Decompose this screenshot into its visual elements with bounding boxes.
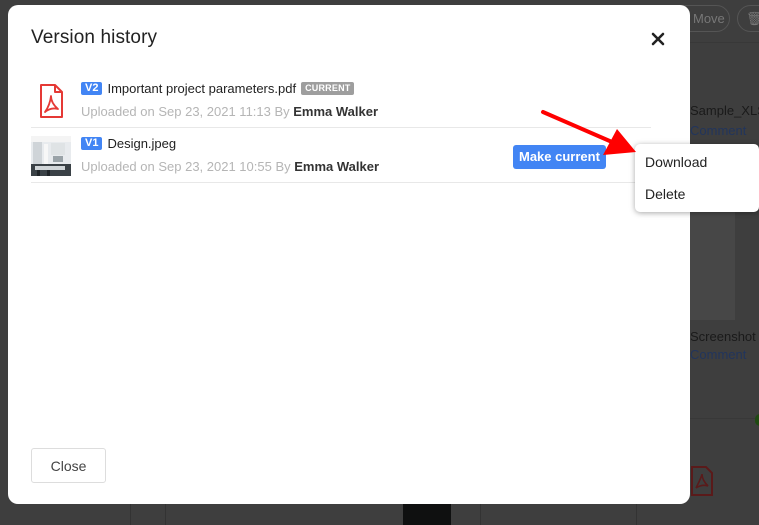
- menu-item-download[interactable]: Download: [635, 150, 759, 182]
- version-history-modal: Version history V2 Important project par…: [8, 5, 690, 504]
- background-image-block: [403, 504, 451, 525]
- background-trash-button: 🗑: [737, 5, 759, 32]
- uploader-name: Emma Walker: [294, 159, 380, 174]
- background-column-divider: [480, 504, 481, 525]
- background-file-comment-link: Comment: [690, 347, 747, 362]
- upload-date-text: Uploaded on Sep 23, 2021 11:13 By: [81, 104, 294, 119]
- background-pdf-icon: [691, 466, 713, 496]
- version-context-menu: Download Delete: [635, 144, 759, 212]
- version-badge: V1: [81, 137, 103, 150]
- current-badge: CURRENT: [301, 82, 355, 95]
- version-list: V2 Important project parameters.pdf CURR…: [31, 73, 651, 183]
- version-row: V2 Important project parameters.pdf CURR…: [31, 73, 651, 128]
- background-file-name: Sample_XLS_1...: [690, 103, 759, 118]
- close-icon[interactable]: [648, 29, 668, 49]
- modal-title: Version history: [31, 27, 158, 48]
- file-name: Important project parameters.pdf: [107, 81, 297, 96]
- trash-icon: 🗑: [746, 11, 759, 26]
- upload-date-text: Uploaded on Sep 23, 2021 10:55 By: [81, 159, 295, 174]
- background-divider: [690, 418, 759, 419]
- background-file-name: Screenshot 2021-09...: [690, 329, 759, 344]
- background-column-divider: [165, 504, 166, 525]
- pdf-icon: [40, 84, 63, 118]
- close-button[interactable]: Close: [31, 448, 106, 483]
- version-badge: V2: [81, 82, 103, 95]
- background-file-thumbnail: [690, 210, 735, 320]
- make-current-button[interactable]: Make current: [513, 145, 606, 169]
- background-column-divider: [636, 504, 637, 525]
- file-name: Design.jpeg: [107, 136, 177, 151]
- image-thumbnail: [31, 136, 71, 176]
- upload-info: Uploaded on Sep 23, 2021 11:13 By Emma W…: [81, 104, 378, 119]
- background-status-dot: [755, 414, 759, 426]
- version-title: V2 Important project parameters.pdf CURR…: [81, 81, 355, 96]
- version-row: V1 Design.jpeg Uploaded on Sep 23, 2021 …: [31, 128, 651, 183]
- menu-item-delete[interactable]: Delete: [635, 182, 759, 214]
- uploader-name: Emma Walker: [293, 104, 379, 119]
- background-column-divider: [130, 504, 131, 525]
- upload-info: Uploaded on Sep 23, 2021 10:55 By Emma W…: [81, 159, 379, 174]
- version-title: V1 Design.jpeg: [81, 136, 176, 151]
- background-file-comment-link: Comment: [690, 123, 747, 138]
